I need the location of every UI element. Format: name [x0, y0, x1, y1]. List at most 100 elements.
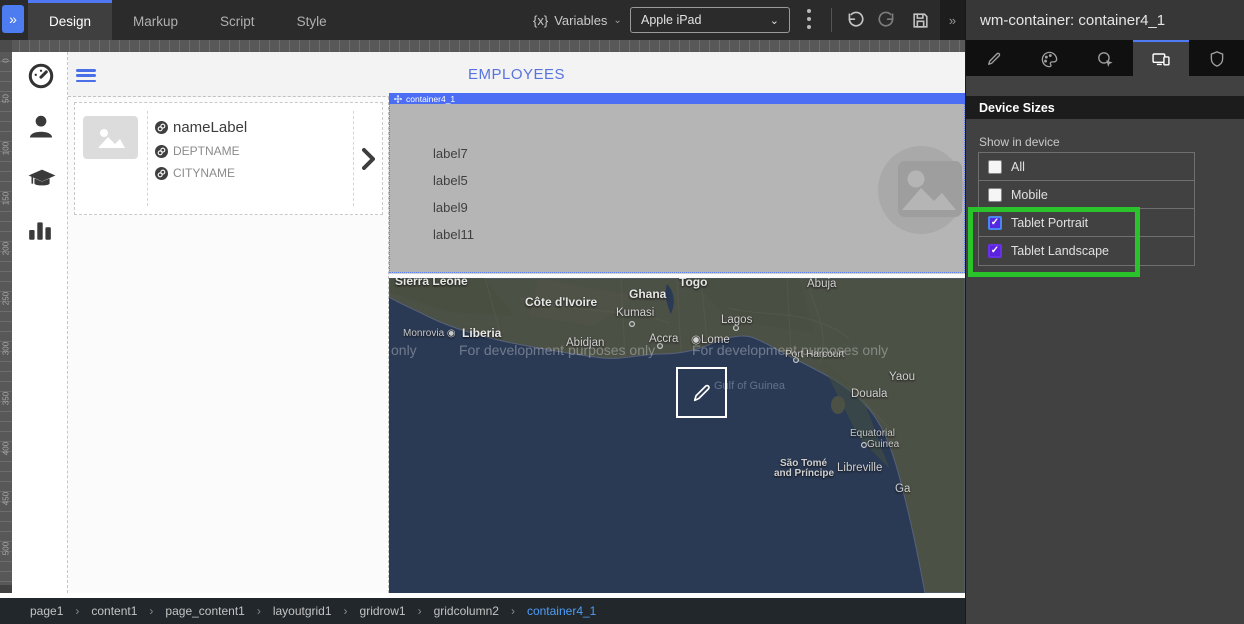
- map-label: Ga: [895, 483, 910, 495]
- vertical-ruler: 0 50 100 150 200 250 300 350 400 450 500: [0, 52, 12, 585]
- map-label: Guinea: [867, 439, 899, 450]
- undo-button[interactable]: [842, 8, 866, 32]
- tab-events[interactable]: [1078, 40, 1134, 76]
- map-label: Monrovia ◉: [403, 328, 456, 339]
- reports-icon[interactable]: [27, 216, 55, 244]
- map-label: and Príncipe: [774, 468, 834, 479]
- picture-placeholder-icon: [876, 144, 966, 236]
- map-label: Kumasi: [616, 307, 654, 319]
- chevron-down-icon: ⌄: [613, 15, 621, 26]
- city-label: CITYNAME: [173, 166, 235, 180]
- show-in-device-label: Show in device: [979, 135, 1060, 149]
- properties-panel: wm-container: container4_1: [965, 0, 1244, 624]
- dev-watermark: For development purposes only: [692, 342, 888, 358]
- breadcrumb-item[interactable]: content1: [91, 604, 137, 618]
- dept-label: DEPTNAME: [173, 144, 240, 158]
- page-title: EMPLOYEES: [68, 66, 965, 83]
- selected-widget-tag[interactable]: container4_1: [389, 93, 965, 104]
- variables-icon: {x}: [533, 13, 548, 28]
- breadcrumb-item-active[interactable]: container4_1: [527, 604, 596, 618]
- more-options-icon[interactable]: [807, 9, 811, 29]
- list-item-fields: nameLabel DEPTNAME: [147, 111, 353, 206]
- devices-icon: [1151, 49, 1171, 69]
- pencil-icon: [985, 50, 1003, 68]
- save-icon: [911, 11, 930, 30]
- label9-widget[interactable]: label9: [433, 200, 468, 215]
- device-row-all[interactable]: All: [979, 153, 1194, 181]
- map-label: Equatorial: [850, 428, 895, 439]
- employees-icon[interactable]: [27, 113, 55, 141]
- widget-breadcrumb: page1 › content1 › page_content1 › layou…: [0, 598, 965, 624]
- breadcrumb-item[interactable]: page_content1: [165, 604, 244, 618]
- binding-icon: [155, 167, 168, 180]
- breadcrumb-item[interactable]: gridrow1: [360, 604, 406, 618]
- inspector-tabs: [966, 40, 1244, 76]
- breadcrumb-separator-icon: ›: [257, 604, 261, 618]
- container4_1-widget[interactable]: label7 label5 label9 label11: [389, 104, 965, 273]
- breadcrumb-separator-icon: ›: [418, 604, 422, 618]
- device-row-mobile[interactable]: Mobile: [979, 181, 1194, 209]
- breadcrumb-item[interactable]: gridcolumn2: [434, 604, 499, 618]
- checkbox-mobile[interactable]: [988, 188, 1002, 202]
- collapse-right-panel-button[interactable]: »: [940, 0, 965, 40]
- education-icon[interactable]: [27, 165, 55, 193]
- label5-widget[interactable]: label5: [433, 173, 468, 188]
- pencil-icon: [691, 382, 713, 404]
- breadcrumb-separator-icon: ›: [344, 604, 348, 618]
- selected-widget-title: wm-container: container4_1: [966, 0, 1244, 40]
- app-nav-sidebar: [13, 52, 68, 593]
- tab-styles[interactable]: [1022, 40, 1078, 76]
- dev-watermark: only: [391, 342, 417, 358]
- list-item-template[interactable]: nameLabel DEPTNAME: [74, 102, 383, 215]
- label11-widget[interactable]: label11: [433, 227, 474, 242]
- map-label: Sierra Leone: [395, 278, 468, 288]
- breadcrumb-item[interactable]: page1: [30, 604, 63, 618]
- undo-icon: [844, 10, 864, 30]
- dashboard-icon[interactable]: [27, 62, 55, 90]
- checkbox-all[interactable]: [988, 160, 1002, 174]
- tab-security[interactable]: [1189, 40, 1244, 76]
- map-label: Douala: [851, 388, 887, 400]
- grid-column-1: nameLabel DEPTNAME: [68, 97, 389, 593]
- tab-markup[interactable]: Markup: [112, 0, 199, 40]
- horizontal-ruler: [0, 40, 965, 52]
- map-edit-button[interactable]: [676, 367, 727, 418]
- chevron-down-icon: ⌄: [770, 14, 779, 27]
- map-label: Lagos: [721, 314, 752, 326]
- redo-icon: [878, 10, 898, 30]
- tab-devices[interactable]: [1133, 40, 1189, 76]
- breadcrumb-separator-icon: ›: [75, 604, 79, 618]
- map-label: Liberia: [462, 326, 501, 340]
- top-toolbar: » Design Markup Script Style {x} Variabl…: [0, 0, 965, 40]
- tab-properties[interactable]: [966, 40, 1022, 76]
- shield-icon: [1208, 50, 1226, 68]
- save-button[interactable]: [908, 8, 932, 32]
- expand-left-panel-button[interactable]: »: [2, 5, 24, 33]
- device-preview-select[interactable]: Apple iPad ⌄: [630, 7, 790, 33]
- map-label: Ghana: [629, 287, 666, 301]
- map-label: Togo: [679, 278, 707, 289]
- image-placeholder-icon: [83, 116, 138, 159]
- interaction-icon: [1096, 50, 1115, 69]
- map-widget[interactable]: Sierra Leone Côte d'Ivoire Ghana Togo Li…: [389, 278, 965, 593]
- tab-style[interactable]: Style: [276, 0, 348, 40]
- move-icon: [394, 95, 402, 103]
- binding-icon: [155, 145, 168, 158]
- map-label: Yaou: [889, 371, 915, 383]
- device-sizes-section-header: Device Sizes: [966, 96, 1244, 119]
- breadcrumb-separator-icon: ›: [511, 604, 515, 618]
- breadcrumb-separator-icon: ›: [149, 604, 153, 618]
- redo-button[interactable]: [876, 8, 900, 32]
- app-header: EMPLOYEES: [68, 52, 965, 97]
- map-label: Libreville: [837, 462, 882, 474]
- label7-widget[interactable]: label7: [433, 146, 468, 161]
- tab-design[interactable]: Design: [28, 0, 112, 40]
- breadcrumb-item[interactable]: layoutgrid1: [273, 604, 332, 618]
- editor-tabs: Design Markup Script Style: [28, 0, 348, 40]
- dev-watermark: For development purposes only: [459, 342, 655, 358]
- map-label: Abuja: [807, 278, 836, 290]
- highlight-annotation: [968, 207, 1140, 277]
- variables-menu[interactable]: {x} Variables ⌄: [533, 0, 622, 40]
- tab-script[interactable]: Script: [199, 0, 276, 40]
- map-label: Côte d'Ivoire: [525, 295, 597, 309]
